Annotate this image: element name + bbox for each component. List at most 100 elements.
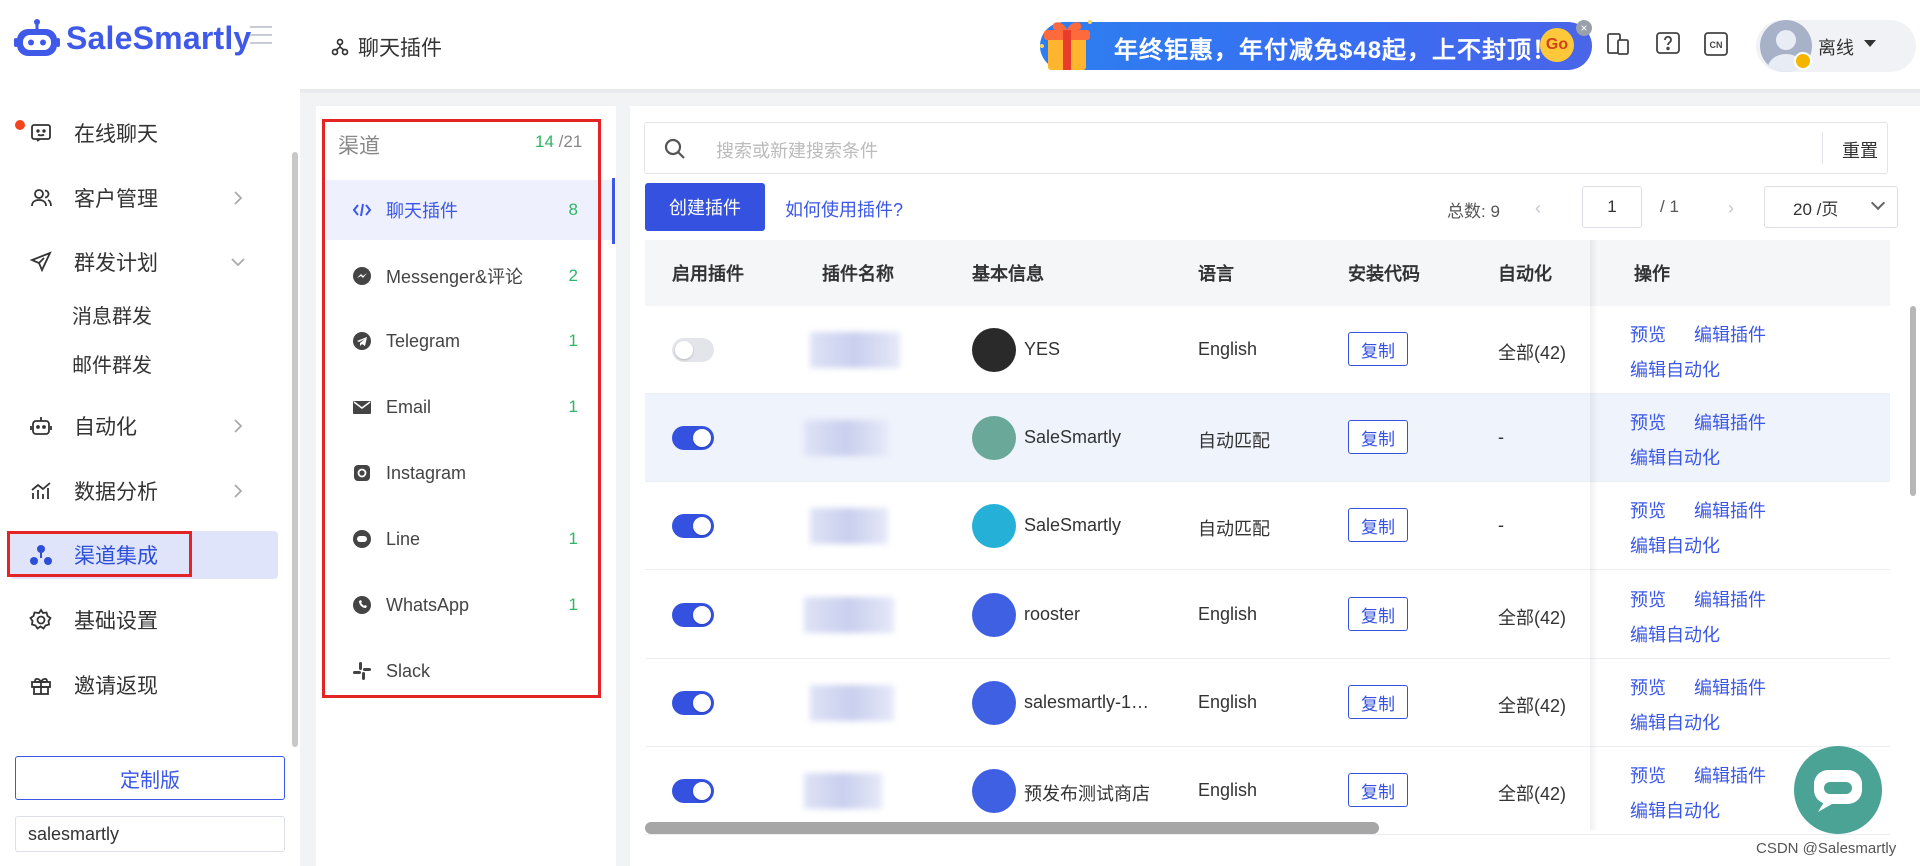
plugin-automation: 全部(42) — [1498, 784, 1567, 804]
brand-logo[interactable]: SaleSmartly — [14, 18, 251, 58]
breadcrumb-label: 聊天插件 — [358, 37, 442, 60]
plugin-avatar — [972, 769, 1016, 813]
plugin-name-redacted — [810, 332, 900, 368]
edit-automation-link[interactable]: 编辑自动化 — [1630, 621, 1720, 647]
edit-plugin-link[interactable]: 编辑插件 — [1694, 409, 1766, 435]
nav-item-chat[interactable]: 在线聊天 — [10, 109, 278, 157]
plugin-avatar — [972, 328, 1016, 372]
enable-toggle[interactable] — [672, 338, 714, 362]
send-icon — [28, 249, 54, 275]
page-input[interactable]: 1 — [1582, 186, 1642, 228]
plugin-language: English — [1198, 339, 1258, 359]
caret-down-icon — [1864, 40, 1876, 47]
gift-icon — [28, 672, 54, 698]
edit-plugin-link[interactable]: 编辑插件 — [1694, 321, 1766, 347]
preview-link[interactable]: 预览 — [1630, 674, 1666, 700]
copy-code-button[interactable]: 复制 — [1348, 508, 1408, 542]
enable-toggle[interactable] — [672, 691, 714, 715]
nav-item-referral[interactable]: 邀请返现 — [10, 661, 278, 709]
edit-plugin-link[interactable]: 编辑插件 — [1694, 762, 1766, 788]
page-total: / 1 — [1660, 197, 1679, 216]
nav-item-customers[interactable]: 客户管理 — [10, 174, 278, 222]
edit-automation-link[interactable]: 编辑自动化 — [1630, 797, 1720, 823]
preview-link[interactable]: 预览 — [1630, 586, 1666, 612]
nav-sub-email-broadcast[interactable]: 邮件群发 — [72, 349, 152, 378]
prev-page-icon[interactable]: ‹ — [1535, 198, 1541, 219]
copy-code-button[interactable]: 复制 — [1348, 332, 1408, 366]
create-plugin-button[interactable]: 创建插件 — [645, 183, 765, 231]
account-selector[interactable]: salesmartly — [15, 816, 285, 852]
copy-code-button[interactable]: 复制 — [1348, 773, 1408, 807]
plugin-automation: - — [1498, 427, 1504, 447]
help-icon[interactable] — [1654, 30, 1682, 58]
chat-bubble-icon — [1814, 770, 1862, 812]
plugin-name-redacted — [804, 420, 888, 456]
plugin-language: 自动匹配 — [1198, 519, 1270, 539]
copy-code-button[interactable]: 复制 — [1348, 597, 1408, 631]
gift-box-icon — [1040, 20, 1092, 70]
plugin-language: English — [1198, 604, 1258, 624]
nav-sub-message-broadcast[interactable]: 消息群发 — [72, 300, 152, 329]
chat-widget-button[interactable] — [1794, 746, 1882, 834]
plugin-avatar — [972, 681, 1016, 725]
menu-toggle-icon[interactable] — [250, 26, 272, 44]
nav-item-broadcast[interactable]: 群发计划 — [10, 238, 278, 286]
preview-link[interactable]: 预览 — [1630, 497, 1666, 523]
edit-automation-link[interactable]: 编辑自动化 — [1630, 444, 1720, 470]
device-icon[interactable] — [1604, 30, 1632, 58]
copy-code-button[interactable]: 复制 — [1348, 420, 1408, 454]
enable-toggle[interactable] — [672, 426, 714, 450]
analytics-icon — [28, 478, 54, 504]
plugin-name-redacted — [804, 773, 882, 809]
plugin-language: 自动匹配 — [1198, 431, 1270, 451]
nav-item-settings[interactable]: 基础设置 — [10, 596, 278, 644]
enable-toggle[interactable] — [672, 514, 714, 538]
horizontal-scrollbar[interactable] — [645, 822, 1379, 834]
robot-logo-icon — [14, 19, 60, 56]
nav-scrollbar[interactable] — [292, 152, 298, 747]
promo-go-button[interactable]: Go — [1540, 28, 1574, 62]
edit-automation-link[interactable]: 编辑自动化 — [1630, 356, 1720, 382]
plugin-automation: 全部(42) — [1498, 343, 1567, 363]
howto-link[interactable]: 如何使用插件? — [785, 196, 903, 222]
chevron-right-icon — [234, 484, 243, 498]
edit-plugin-link[interactable]: 编辑插件 — [1694, 586, 1766, 612]
enable-toggle[interactable] — [672, 603, 714, 627]
divider — [1822, 132, 1823, 164]
nav-item-analytics[interactable]: 数据分析 — [10, 467, 278, 515]
edit-plugin-link[interactable]: 编辑插件 — [1694, 674, 1766, 700]
next-page-icon[interactable]: › — [1728, 198, 1734, 219]
watermark: CSDN @Salesmartly — [1756, 840, 1897, 857]
preview-link[interactable]: 预览 — [1630, 321, 1666, 347]
plugin-info: 预发布测试商店 — [1024, 784, 1150, 804]
enable-toggle[interactable] — [672, 779, 714, 803]
vertical-scrollbar[interactable] — [1910, 306, 1916, 496]
nav-item-label: 客户管理 — [74, 188, 158, 211]
users-icon — [28, 185, 54, 211]
nav-item-automation[interactable]: 自动化 — [10, 402, 278, 450]
page-size-select[interactable]: 20 /页 — [1764, 186, 1898, 228]
plugin-automation: 全部(42) — [1498, 696, 1567, 716]
copy-code-button[interactable]: 复制 — [1348, 685, 1408, 719]
plugin-name-redacted — [804, 597, 894, 633]
plugin-info: SaleSmartly — [1024, 515, 1122, 535]
language-cn-icon[interactable]: CN — [1702, 30, 1730, 58]
plugin-automation: 全部(42) — [1498, 608, 1567, 628]
search-icon — [664, 138, 685, 159]
status-badge — [1794, 52, 1812, 70]
reset-button[interactable]: 重置 — [1842, 137, 1878, 163]
edit-automation-link[interactable]: 编辑自动化 — [1630, 709, 1720, 735]
preview-link[interactable]: 预览 — [1630, 762, 1666, 788]
plugin-info: rooster — [1024, 604, 1081, 624]
promo-close-icon[interactable]: × — [1576, 20, 1592, 36]
preview-link[interactable]: 预览 — [1630, 409, 1666, 435]
nav-item-label: 基础设置 — [74, 610, 158, 633]
edit-automation-link[interactable]: 编辑自动化 — [1630, 532, 1720, 558]
custom-edition-button[interactable]: 定制版 — [15, 756, 285, 800]
column-header: 语言 — [1198, 264, 1234, 284]
edit-plugin-link[interactable]: 编辑插件 — [1694, 497, 1766, 523]
brand-name: SaleSmartly — [66, 19, 252, 56]
chevron-right-icon — [234, 191, 243, 205]
robot-icon — [28, 413, 54, 439]
search-placeholder: 搜索或新建搜索条件 — [716, 141, 878, 161]
